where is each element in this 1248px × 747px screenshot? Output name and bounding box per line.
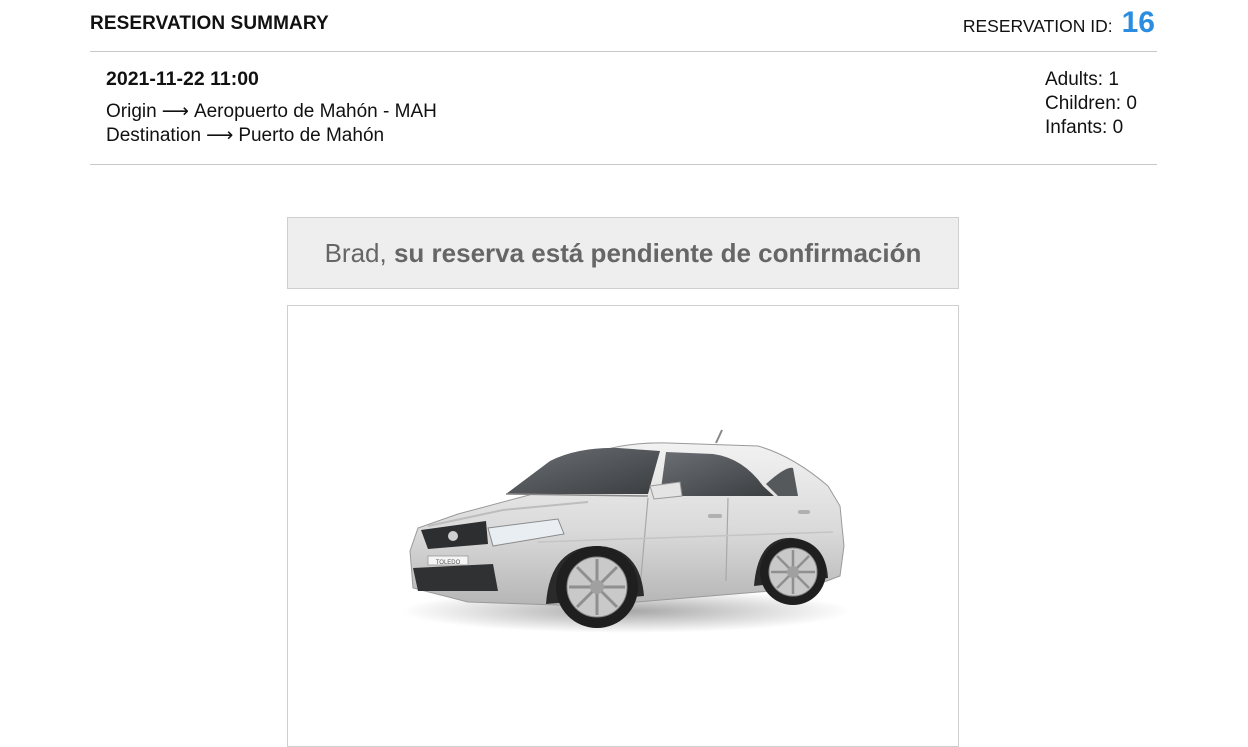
page-title: RESERVATION SUMMARY [90, 13, 329, 34]
plate-text: TOLEDO [436, 560, 461, 566]
trip-datetime: 2021-11-22 11:00 [106, 68, 259, 90]
reservation-id-label: RESERVATION ID: [962, 16, 1113, 36]
summary-header: RESERVATION SUMMARY RESERVATION ID: 16 [90, 0, 1157, 52]
reservation-id: RESERVATION ID: 16 [963, 6, 1155, 40]
vehicle-card: TOLEDO [287, 305, 959, 747]
children-count: Children: 0 [1045, 93, 1137, 114]
destination-label: Destination [106, 125, 202, 146]
destination-line: Destination ⟶ Puerto de Mahón [106, 124, 384, 147]
reservation-id-value: 16 [1121, 6, 1155, 39]
destination-value: Puerto de Mahón [238, 125, 385, 146]
arrow-icon: ⟶ [206, 125, 234, 146]
origin-value: Aeropuerto de Mahón - MAH [193, 101, 437, 122]
infants-count: Infants: 0 [1045, 117, 1124, 138]
origin-line: Origin ⟶ Aeropuerto de Mahón - MAH [106, 100, 437, 123]
car-image: TOLEDO [401, 429, 851, 633]
trip-details: 2021-11-22 11:00 Origin ⟶ Aeropuerto de Ma… [90, 52, 1157, 165]
status-banner: Brad, su reserva está pendiente de confi… [287, 217, 959, 289]
passenger-counts: Adults: 1 Children: 0 Infants: 0 [1045, 68, 1137, 140]
customer-name: Brad [324, 237, 380, 268]
adults-count: Adults: 1 [1045, 69, 1119, 90]
status-message: su reserva está pendiente de confirmació… [393, 237, 922, 268]
arrow-icon: ⟶ [161, 101, 189, 122]
origin-label: Origin [106, 101, 157, 122]
status-separator: , [379, 237, 394, 268]
